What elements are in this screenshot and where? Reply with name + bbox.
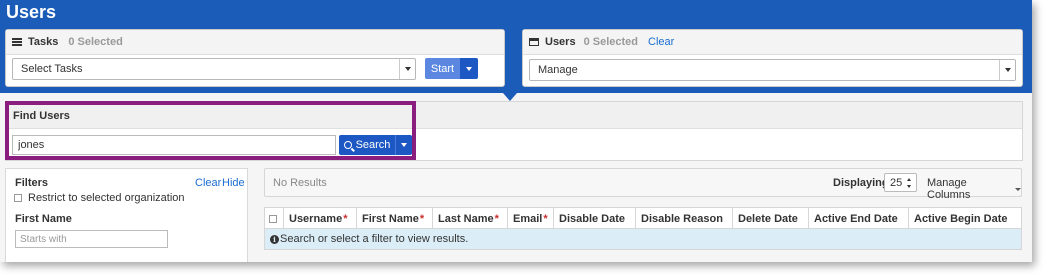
banner-pointer	[503, 93, 517, 101]
chevron-down-icon	[999, 60, 1015, 80]
column-header-delete-date[interactable]: Delete Date	[733, 208, 809, 229]
results-table: Username * First Name * Last Name * Email * …	[264, 207, 1022, 250]
table-header-row: Username * First Name * Last Name * Email * …	[265, 208, 1021, 229]
users-selected-count: 0 Selected	[583, 36, 638, 48]
required-marker: *	[419, 212, 425, 225]
page-title: Users	[6, 2, 57, 22]
column-header-disable-date[interactable]: Disable Date	[554, 208, 636, 229]
select-all-cell	[265, 208, 284, 229]
results-toolbar: No Results Displaying 25 Manage Columns	[264, 168, 1022, 201]
required-marker: *	[543, 212, 548, 225]
column-header-username[interactable]: Username *	[284, 208, 357, 229]
users-panel-header: Users 0 Selected Clear	[523, 30, 1022, 55]
manage-columns-button[interactable]: Manage Columns	[927, 177, 1021, 201]
chevron-down-icon	[466, 66, 472, 71]
required-marker: *	[343, 212, 348, 225]
column-header-disable-reason[interactable]: Disable Reason	[636, 208, 733, 229]
column-label: Delete Date	[738, 212, 798, 225]
page-size-select[interactable]: 25	[884, 173, 917, 192]
chevron-down-icon	[399, 59, 415, 79]
select-tasks-dropdown[interactable]: Select Tasks	[12, 58, 416, 80]
column-label: Disable Date	[559, 212, 626, 225]
card-icon	[529, 38, 539, 46]
filters-panel: Filters Clear Hide Restrict to selected …	[5, 168, 248, 262]
column-header-email[interactable]: Email *	[508, 208, 554, 229]
start-options-button[interactable]	[460, 58, 478, 79]
users-page: Users Tasks 0 Selected Select Tasks Star…	[0, 0, 1032, 262]
find-users-highlight-box	[5, 101, 416, 160]
first-name-filter-input[interactable]	[15, 230, 168, 248]
column-header-active-end-date[interactable]: Active End Date	[809, 208, 909, 229]
column-label: Last Name	[438, 212, 494, 225]
column-header-first-name[interactable]: First Name *	[357, 208, 433, 229]
displaying-label: Displaying	[833, 177, 889, 189]
info-icon: i	[270, 234, 279, 244]
tasks-panel-header: Tasks 0 Selected	[6, 30, 504, 55]
tasks-title: Tasks	[28, 36, 59, 48]
filters-clear-link[interactable]: Clear	[195, 177, 221, 189]
list-icon	[12, 38, 22, 46]
column-header-active-begin-date[interactable]: Active Begin Date	[909, 208, 1021, 229]
up-down-arrows-icon	[907, 178, 912, 188]
first-name-label: First Name	[15, 213, 72, 225]
page-size-value: 25	[890, 176, 903, 189]
start-button[interactable]: Start	[425, 58, 460, 79]
column-label: Disable Reason	[641, 212, 723, 225]
column-header-last-name[interactable]: Last Name *	[433, 208, 508, 229]
filters-title: Filters	[15, 177, 49, 189]
results-status: No Results	[273, 177, 327, 189]
column-label: Active End Date	[814, 212, 898, 225]
empty-results-message: Search or select a filter to view result…	[280, 233, 469, 245]
column-label: Username	[289, 212, 343, 225]
restrict-organization-checkbox[interactable]	[14, 194, 22, 202]
manage-users-dropdown[interactable]: Manage	[529, 59, 1016, 81]
restrict-organization-label: Restrict to selected organization	[28, 192, 185, 204]
column-label: Active Begin Date	[914, 212, 1008, 225]
empty-results-row: i Search or select a filter to view resu…	[265, 229, 1021, 249]
manage-columns-label: Manage Columns	[927, 177, 971, 201]
column-label: Email	[513, 212, 543, 225]
tasks-selected-count: 0 Selected	[68, 36, 123, 48]
users-clear-link[interactable]: Clear	[648, 36, 674, 48]
manage-users-value: Manage	[538, 64, 578, 76]
chevron-down-icon	[1015, 187, 1021, 191]
filters-hide-link[interactable]: Hide	[222, 177, 245, 189]
required-marker: *	[494, 212, 499, 225]
column-label: First Name	[362, 212, 419, 225]
select-all-checkbox[interactable]	[269, 214, 277, 223]
select-tasks-value: Select Tasks	[21, 63, 83, 75]
users-title: Users	[545, 36, 576, 48]
